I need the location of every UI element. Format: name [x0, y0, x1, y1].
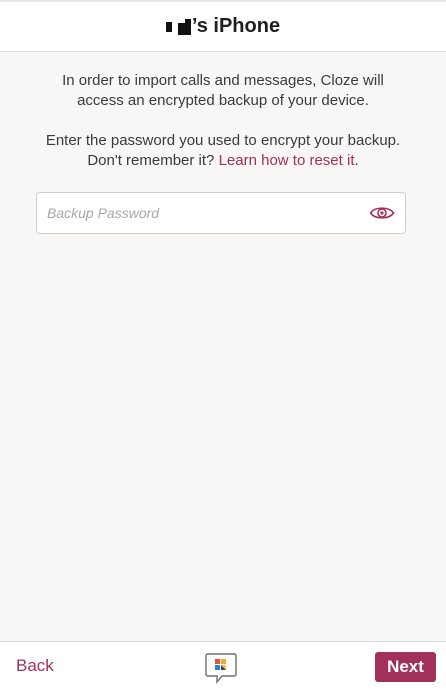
- back-button[interactable]: Back: [16, 656, 54, 676]
- page-title: ’s iPhone: [165, 15, 281, 38]
- redacted-name: [165, 18, 191, 35]
- backup-password-input[interactable]: [47, 205, 369, 221]
- cloze-logo-icon: [204, 651, 238, 685]
- intro-text: In order to import calls and messages, C…: [62, 72, 384, 109]
- page-title-text: ’s iPhone: [191, 15, 281, 37]
- header-bar: ’s iPhone: [0, 2, 446, 52]
- next-button[interactable]: Next: [375, 652, 436, 682]
- reset-password-link[interactable]: Learn how to reset it: [219, 152, 355, 169]
- main-content: In order to import calls and messages, C…: [0, 53, 446, 641]
- footer-bar: Back Next: [0, 641, 446, 691]
- backup-password-field: [36, 192, 406, 234]
- eye-icon[interactable]: [369, 204, 395, 222]
- instructions-period: .: [354, 152, 359, 169]
- password-instructions: Enter the password you used to encrypt y…: [0, 131, 446, 171]
